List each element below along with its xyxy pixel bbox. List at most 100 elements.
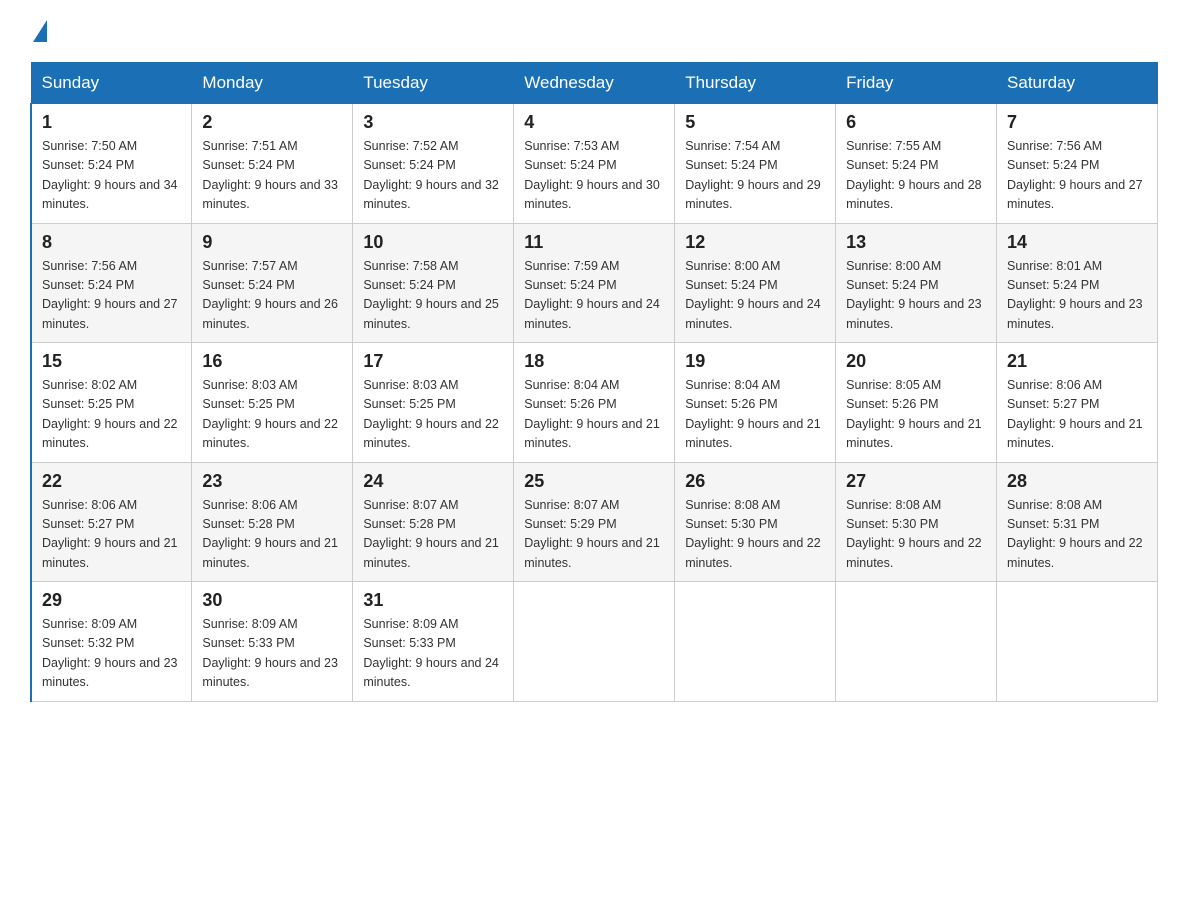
calendar-cell: 13 Sunrise: 8:00 AMSunset: 5:24 PMDaylig… bbox=[836, 223, 997, 343]
week-row-1: 1 Sunrise: 7:50 AMSunset: 5:24 PMDayligh… bbox=[31, 104, 1158, 224]
calendar-cell: 28 Sunrise: 8:08 AMSunset: 5:31 PMDaylig… bbox=[997, 462, 1158, 582]
week-row-5: 29 Sunrise: 8:09 AMSunset: 5:32 PMDaylig… bbox=[31, 582, 1158, 702]
day-info: Sunrise: 7:55 AMSunset: 5:24 PMDaylight:… bbox=[846, 137, 986, 215]
calendar-cell: 15 Sunrise: 8:02 AMSunset: 5:25 PMDaylig… bbox=[31, 343, 192, 463]
calendar-cell: 20 Sunrise: 8:05 AMSunset: 5:26 PMDaylig… bbox=[836, 343, 997, 463]
calendar-cell: 2 Sunrise: 7:51 AMSunset: 5:24 PMDayligh… bbox=[192, 104, 353, 224]
day-info: Sunrise: 8:08 AMSunset: 5:31 PMDaylight:… bbox=[1007, 496, 1147, 574]
calendar-table: SundayMondayTuesdayWednesdayThursdayFrid… bbox=[30, 62, 1158, 702]
day-info: Sunrise: 7:56 AMSunset: 5:24 PMDaylight:… bbox=[1007, 137, 1147, 215]
day-number: 18 bbox=[524, 351, 664, 372]
day-number: 20 bbox=[846, 351, 986, 372]
calendar-cell: 6 Sunrise: 7:55 AMSunset: 5:24 PMDayligh… bbox=[836, 104, 997, 224]
day-number: 23 bbox=[202, 471, 342, 492]
calendar-body: 1 Sunrise: 7:50 AMSunset: 5:24 PMDayligh… bbox=[31, 104, 1158, 702]
day-number: 21 bbox=[1007, 351, 1147, 372]
header-sunday: Sunday bbox=[31, 63, 192, 104]
calendar-cell: 19 Sunrise: 8:04 AMSunset: 5:26 PMDaylig… bbox=[675, 343, 836, 463]
day-info: Sunrise: 8:01 AMSunset: 5:24 PMDaylight:… bbox=[1007, 257, 1147, 335]
calendar-cell: 21 Sunrise: 8:06 AMSunset: 5:27 PMDaylig… bbox=[997, 343, 1158, 463]
calendar-cell: 11 Sunrise: 7:59 AMSunset: 5:24 PMDaylig… bbox=[514, 223, 675, 343]
day-info: Sunrise: 8:00 AMSunset: 5:24 PMDaylight:… bbox=[846, 257, 986, 335]
day-info: Sunrise: 7:56 AMSunset: 5:24 PMDaylight:… bbox=[42, 257, 181, 335]
calendar-cell: 31 Sunrise: 8:09 AMSunset: 5:33 PMDaylig… bbox=[353, 582, 514, 702]
day-info: Sunrise: 8:00 AMSunset: 5:24 PMDaylight:… bbox=[685, 257, 825, 335]
calendar-cell: 30 Sunrise: 8:09 AMSunset: 5:33 PMDaylig… bbox=[192, 582, 353, 702]
day-info: Sunrise: 8:09 AMSunset: 5:32 PMDaylight:… bbox=[42, 615, 181, 693]
day-number: 7 bbox=[1007, 112, 1147, 133]
calendar-cell: 10 Sunrise: 7:58 AMSunset: 5:24 PMDaylig… bbox=[353, 223, 514, 343]
day-number: 29 bbox=[42, 590, 181, 611]
calendar-cell bbox=[997, 582, 1158, 702]
logo-triangle-icon bbox=[33, 20, 47, 42]
day-number: 19 bbox=[685, 351, 825, 372]
day-number: 30 bbox=[202, 590, 342, 611]
day-number: 17 bbox=[363, 351, 503, 372]
calendar-cell: 26 Sunrise: 8:08 AMSunset: 5:30 PMDaylig… bbox=[675, 462, 836, 582]
day-info: Sunrise: 7:50 AMSunset: 5:24 PMDaylight:… bbox=[42, 137, 181, 215]
day-info: Sunrise: 7:57 AMSunset: 5:24 PMDaylight:… bbox=[202, 257, 342, 335]
day-info: Sunrise: 8:07 AMSunset: 5:29 PMDaylight:… bbox=[524, 496, 664, 574]
day-info: Sunrise: 8:02 AMSunset: 5:25 PMDaylight:… bbox=[42, 376, 181, 454]
day-info: Sunrise: 7:52 AMSunset: 5:24 PMDaylight:… bbox=[363, 137, 503, 215]
day-number: 14 bbox=[1007, 232, 1147, 253]
day-number: 1 bbox=[42, 112, 181, 133]
day-info: Sunrise: 8:08 AMSunset: 5:30 PMDaylight:… bbox=[846, 496, 986, 574]
day-number: 26 bbox=[685, 471, 825, 492]
calendar-cell bbox=[836, 582, 997, 702]
week-row-2: 8 Sunrise: 7:56 AMSunset: 5:24 PMDayligh… bbox=[31, 223, 1158, 343]
calendar-cell: 12 Sunrise: 8:00 AMSunset: 5:24 PMDaylig… bbox=[675, 223, 836, 343]
calendar-cell: 3 Sunrise: 7:52 AMSunset: 5:24 PMDayligh… bbox=[353, 104, 514, 224]
day-number: 4 bbox=[524, 112, 664, 133]
calendar-cell: 9 Sunrise: 7:57 AMSunset: 5:24 PMDayligh… bbox=[192, 223, 353, 343]
week-row-4: 22 Sunrise: 8:06 AMSunset: 5:27 PMDaylig… bbox=[31, 462, 1158, 582]
day-info: Sunrise: 8:07 AMSunset: 5:28 PMDaylight:… bbox=[363, 496, 503, 574]
day-info: Sunrise: 8:08 AMSunset: 5:30 PMDaylight:… bbox=[685, 496, 825, 574]
calendar-cell: 29 Sunrise: 8:09 AMSunset: 5:32 PMDaylig… bbox=[31, 582, 192, 702]
day-number: 11 bbox=[524, 232, 664, 253]
calendar-cell: 4 Sunrise: 7:53 AMSunset: 5:24 PMDayligh… bbox=[514, 104, 675, 224]
day-number: 8 bbox=[42, 232, 181, 253]
day-info: Sunrise: 8:03 AMSunset: 5:25 PMDaylight:… bbox=[202, 376, 342, 454]
calendar-cell bbox=[514, 582, 675, 702]
calendar-cell: 24 Sunrise: 8:07 AMSunset: 5:28 PMDaylig… bbox=[353, 462, 514, 582]
header-friday: Friday bbox=[836, 63, 997, 104]
calendar-cell: 7 Sunrise: 7:56 AMSunset: 5:24 PMDayligh… bbox=[997, 104, 1158, 224]
logo bbox=[30, 20, 47, 44]
day-info: Sunrise: 7:54 AMSunset: 5:24 PMDaylight:… bbox=[685, 137, 825, 215]
day-info: Sunrise: 8:04 AMSunset: 5:26 PMDaylight:… bbox=[524, 376, 664, 454]
day-number: 13 bbox=[846, 232, 986, 253]
header-saturday: Saturday bbox=[997, 63, 1158, 104]
day-number: 31 bbox=[363, 590, 503, 611]
calendar-cell: 18 Sunrise: 8:04 AMSunset: 5:26 PMDaylig… bbox=[514, 343, 675, 463]
day-info: Sunrise: 7:51 AMSunset: 5:24 PMDaylight:… bbox=[202, 137, 342, 215]
day-number: 16 bbox=[202, 351, 342, 372]
day-number: 3 bbox=[363, 112, 503, 133]
day-number: 28 bbox=[1007, 471, 1147, 492]
day-number: 22 bbox=[42, 471, 181, 492]
calendar-cell: 27 Sunrise: 8:08 AMSunset: 5:30 PMDaylig… bbox=[836, 462, 997, 582]
days-of-week-row: SundayMondayTuesdayWednesdayThursdayFrid… bbox=[31, 63, 1158, 104]
day-info: Sunrise: 7:58 AMSunset: 5:24 PMDaylight:… bbox=[363, 257, 503, 335]
calendar-cell: 25 Sunrise: 8:07 AMSunset: 5:29 PMDaylig… bbox=[514, 462, 675, 582]
day-number: 5 bbox=[685, 112, 825, 133]
day-number: 27 bbox=[846, 471, 986, 492]
calendar-cell: 8 Sunrise: 7:56 AMSunset: 5:24 PMDayligh… bbox=[31, 223, 192, 343]
calendar-header: SundayMondayTuesdayWednesdayThursdayFrid… bbox=[31, 63, 1158, 104]
calendar-cell: 14 Sunrise: 8:01 AMSunset: 5:24 PMDaylig… bbox=[997, 223, 1158, 343]
day-info: Sunrise: 8:09 AMSunset: 5:33 PMDaylight:… bbox=[363, 615, 503, 693]
header-thursday: Thursday bbox=[675, 63, 836, 104]
day-info: Sunrise: 8:05 AMSunset: 5:26 PMDaylight:… bbox=[846, 376, 986, 454]
calendar-cell: 17 Sunrise: 8:03 AMSunset: 5:25 PMDaylig… bbox=[353, 343, 514, 463]
page-header bbox=[30, 20, 1158, 44]
day-number: 15 bbox=[42, 351, 181, 372]
day-info: Sunrise: 8:06 AMSunset: 5:27 PMDaylight:… bbox=[42, 496, 181, 574]
day-number: 6 bbox=[846, 112, 986, 133]
week-row-3: 15 Sunrise: 8:02 AMSunset: 5:25 PMDaylig… bbox=[31, 343, 1158, 463]
day-info: Sunrise: 8:06 AMSunset: 5:28 PMDaylight:… bbox=[202, 496, 342, 574]
calendar-cell: 23 Sunrise: 8:06 AMSunset: 5:28 PMDaylig… bbox=[192, 462, 353, 582]
calendar-cell: 22 Sunrise: 8:06 AMSunset: 5:27 PMDaylig… bbox=[31, 462, 192, 582]
day-info: Sunrise: 7:53 AMSunset: 5:24 PMDaylight:… bbox=[524, 137, 664, 215]
day-number: 24 bbox=[363, 471, 503, 492]
header-tuesday: Tuesday bbox=[353, 63, 514, 104]
